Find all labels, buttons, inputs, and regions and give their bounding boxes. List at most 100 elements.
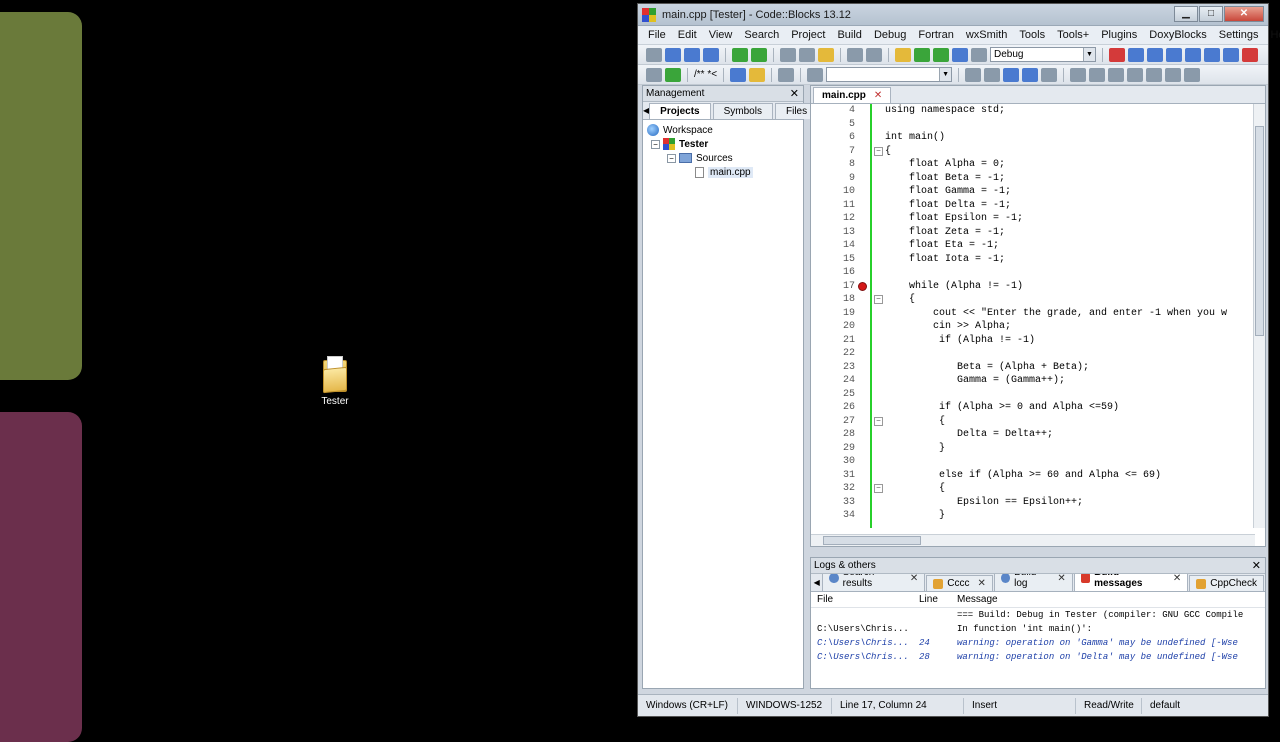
log-row[interactable]: C:\Users\Chris... 24 warning: operation on… <box>811 636 1265 650</box>
doxywizard-icon[interactable] <box>646 67 662 82</box>
menu-wxsmith[interactable]: wxSmith <box>960 29 1014 41</box>
code-line[interactable]: 32 {− <box>811 482 1251 496</box>
code-line[interactable]: 25 <box>811 388 1251 402</box>
menu-tools-plus[interactable]: Tools+ <box>1051 29 1095 41</box>
menu-view[interactable]: View <box>703 29 739 41</box>
panel-icon[interactable] <box>1108 67 1125 82</box>
extract-docs-icon[interactable] <box>665 67 681 82</box>
step-into-icon[interactable] <box>1166 47 1182 62</box>
tree-folder-sources[interactable]: − Sources <box>647 151 799 165</box>
close-icon[interactable]: ✕ <box>910 573 918 584</box>
code-line[interactable]: 20 cin >> Alpha; <box>811 320 1251 334</box>
code-line[interactable]: 13 float Zeta = -1; <box>811 226 1251 240</box>
build-target-select[interactable]: Debug ▼ <box>990 47 1096 62</box>
editor-tab-main[interactable]: main.cpp ✕ <box>813 87 892 103</box>
editor-vertical-scrollbar[interactable] <box>1253 104 1265 528</box>
code-line[interactable]: 30 <box>811 455 1251 469</box>
html-docs-icon[interactable] <box>730 67 747 82</box>
toggle-bookmark-icon[interactable] <box>1003 67 1020 82</box>
code-line[interactable]: 29 } <box>811 442 1251 456</box>
debug-continue-icon[interactable] <box>1109 47 1125 62</box>
fold-marker-icon[interactable]: − <box>874 146 883 156</box>
rebuild-icon[interactable] <box>952 47 968 62</box>
fold-marker-icon[interactable]: − <box>874 484 883 493</box>
code-line[interactable]: 6 int main() <box>811 131 1251 145</box>
tab-symbols[interactable]: Symbols <box>712 103 773 119</box>
code-line[interactable]: 5 <box>811 118 1251 132</box>
collapse-icon[interactable]: − <box>667 153 676 163</box>
grid-icon[interactable] <box>1089 67 1106 82</box>
code-line[interactable]: 28 Delta = Delta++; <box>811 428 1251 442</box>
jump-forward-icon[interactable] <box>984 67 1001 82</box>
fold-marker-icon[interactable]: − <box>874 295 883 304</box>
code-area[interactable]: 4 using namespace std; 5 6 int main() 7{−8 fl… <box>811 104 1265 528</box>
menu-search[interactable]: Search <box>738 29 785 41</box>
build-icon[interactable] <box>895 47 911 62</box>
code-line[interactable]: 11 float Delta = -1; <box>811 199 1251 213</box>
next-instruction-icon[interactable] <box>1204 47 1220 62</box>
column-line[interactable]: Line <box>919 592 957 607</box>
code-line[interactable]: 23 Beta = (Alpha + Beta); <box>811 361 1251 375</box>
title-bar[interactable]: main.cpp [Tester] - Code::Blocks 13.12 ▁… <box>638 4 1268 26</box>
function-select[interactable]: ▼ <box>826 67 953 82</box>
layout-icon[interactable] <box>1184 67 1201 82</box>
abort-icon[interactable] <box>971 47 987 62</box>
tree-file-main[interactable]: main.cpp <box>647 165 799 179</box>
code-line[interactable]: 26 if (Alpha >= 0 and Alpha <=59) <box>811 401 1251 415</box>
code-line[interactable]: 10 float Gamma = -1; <box>811 185 1251 199</box>
chm-docs-icon[interactable] <box>749 67 766 82</box>
new-file-icon[interactable] <box>646 47 662 62</box>
save-all-icon[interactable] <box>703 47 719 62</box>
code-line[interactable]: 14 float Eta = -1; <box>811 239 1251 253</box>
log-row[interactable]: === Build: Debug in Tester (compiler: GN… <box>811 608 1265 622</box>
code-line[interactable]: 4 using namespace std; <box>811 104 1251 118</box>
doxy-comment-block-button[interactable]: /** *< <box>694 69 717 80</box>
code-line[interactable]: 7 {− <box>811 145 1251 159</box>
next-line-icon[interactable] <box>1147 47 1163 62</box>
menu-project[interactable]: Project <box>785 29 831 41</box>
sizer-icon[interactable] <box>1165 67 1182 82</box>
select-icon[interactable] <box>1041 67 1058 82</box>
column-file[interactable]: File <box>817 592 919 607</box>
code-line[interactable]: 16 <box>811 266 1251 280</box>
code-line[interactable]: 33 Epsilon == Epsilon++; <box>811 496 1251 510</box>
menu-settings[interactable]: Settings <box>1213 29 1265 41</box>
redo-icon[interactable] <box>751 47 767 62</box>
code-line[interactable]: 19 cout << "Enter the grade, and enter -… <box>811 307 1251 321</box>
tab-cccc[interactable]: Cccc ✕ <box>926 575 993 591</box>
code-line[interactable]: 18 {− <box>811 293 1251 307</box>
replace-icon[interactable] <box>866 47 882 62</box>
tab-scroll-left-icon[interactable]: ◀ <box>811 575 822 591</box>
paste-icon[interactable] <box>818 47 834 62</box>
highlight-icon[interactable] <box>1022 67 1039 82</box>
code-line[interactable]: 12 float Epsilon = -1; <box>811 212 1251 226</box>
run-to-cursor-icon[interactable] <box>1128 47 1144 62</box>
close-button[interactable]: ✕ <box>1224 6 1264 22</box>
jump-back-icon[interactable] <box>965 67 982 82</box>
code-line[interactable]: 22 <box>811 347 1251 361</box>
minimize-button[interactable]: ▁ <box>1174 6 1198 22</box>
undo-icon[interactable] <box>732 47 748 62</box>
code-line[interactable]: 8 float Alpha = 0; <box>811 158 1251 172</box>
menu-edit[interactable]: Edit <box>672 29 703 41</box>
dialog-icon[interactable] <box>1146 67 1163 82</box>
step-instruction-icon[interactable] <box>1223 47 1239 62</box>
tree-workspace[interactable]: Workspace <box>647 123 799 137</box>
close-icon[interactable]: ✕ <box>1057 573 1065 584</box>
close-icon[interactable]: ✕ <box>1173 573 1181 584</box>
menu-plugins[interactable]: Plugins <box>1095 29 1143 41</box>
find-icon[interactable] <box>847 47 863 62</box>
tree-project[interactable]: − Tester <box>647 137 799 151</box>
tab-cppcheck[interactable]: CppCheck <box>1189 575 1264 591</box>
close-icon[interactable]: ✕ <box>790 86 799 102</box>
code-line[interactable]: 27 {− <box>811 415 1251 429</box>
step-out-icon[interactable] <box>1185 47 1201 62</box>
tab-projects[interactable]: Projects <box>649 103 711 119</box>
menu-doxyblocks[interactable]: DoxyBlocks <box>1143 29 1212 41</box>
code-line[interactable]: 9 float Beta = -1; <box>811 172 1251 186</box>
save-icon[interactable] <box>684 47 700 62</box>
build-and-run-icon[interactable] <box>933 47 949 62</box>
menu-build[interactable]: Build <box>831 29 867 41</box>
desktop-folder-tester[interactable]: Tester <box>312 356 358 407</box>
frame-icon[interactable] <box>1127 67 1144 82</box>
